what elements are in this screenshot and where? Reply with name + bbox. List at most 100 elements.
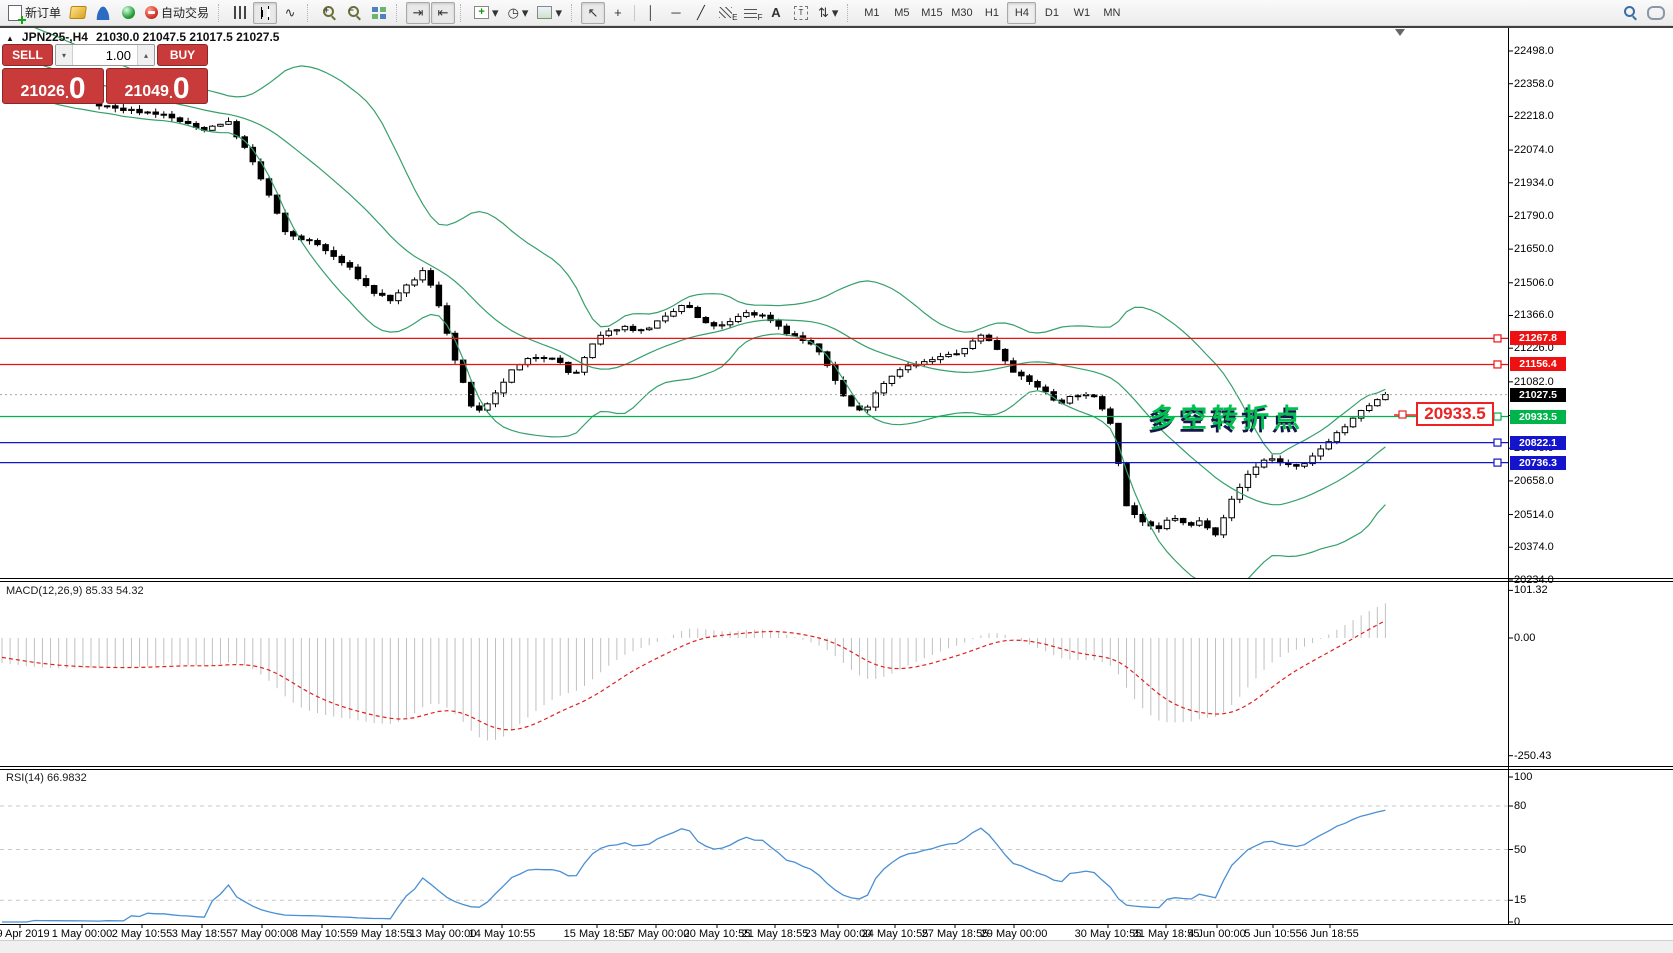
timeframe-D1[interactable]: D1	[1037, 2, 1066, 24]
ohlc-values: 21030.0 21047.5 21017.5 21027.5	[95, 30, 280, 44]
vertical-line-icon: │	[646, 5, 656, 20]
vertical-line-tool-button[interactable]: │	[639, 2, 663, 24]
timeframe-M5[interactable]: M5	[887, 2, 916, 24]
chart-title-row: ▲ JPN225-,H4 21030.0 21047.5 21017.5 210…	[6, 30, 279, 44]
timeframe-M15[interactable]: M15	[917, 2, 946, 24]
price-callout-box[interactable]: 20933.5	[1416, 402, 1494, 426]
caret-down-icon: ▾	[555, 5, 562, 20]
chart-bars-button[interactable]	[228, 2, 252, 24]
candlestick-chart-icon	[258, 5, 272, 20]
new-order-button[interactable]: 新订单	[4, 2, 65, 24]
arrows-tool-button[interactable]: ⇅ ▾	[814, 2, 842, 24]
chart-candles-button[interactable]	[253, 1, 278, 24]
time-label: 17 May 00:00	[622, 928, 690, 940]
crosshair-tool-button[interactable]: +	[606, 2, 630, 24]
profiles-button[interactable]	[66, 2, 90, 24]
text-tool-button[interactable]: A	[764, 2, 788, 24]
autoscroll-button[interactable]: ⇥	[406, 1, 431, 24]
templates-button[interactable]: ▾	[533, 2, 566, 24]
label-tool-button[interactable]: T	[789, 2, 813, 24]
chart-shift-icon: ⇤	[437, 5, 449, 20]
time-label: 29 Apr 2019	[0, 928, 50, 940]
algo-trading-icon	[145, 6, 159, 19]
templates-icon	[537, 6, 553, 19]
macd-pane	[1, 603, 1386, 741]
periods-button[interactable]: ◷ ▾	[504, 2, 533, 24]
fibonacci-tool-button[interactable]: F	[739, 2, 763, 24]
zoom-out-icon: −	[347, 5, 361, 19]
buy-button[interactable]: BUY	[157, 44, 208, 66]
price-tick: 21506.0	[1514, 276, 1554, 289]
navigator-button[interactable]	[116, 2, 140, 24]
algo-trading-button[interactable]: 自动交易	[141, 2, 213, 24]
price-tick: 22074.0	[1514, 144, 1554, 157]
zoom-out-button[interactable]: −	[342, 2, 366, 24]
price-tick: 20374.0	[1514, 541, 1554, 554]
main-toolbar: 新订单 自动交易 ∿ + − ⇥ ⇤ + ▾ ◷ ▾ ▾ ↖ + │ ─ ╱ E…	[0, 0, 1673, 26]
timeframe-M1[interactable]: M1	[857, 2, 886, 24]
zoom-in-button[interactable]: +	[317, 2, 341, 24]
trendline-tool-button[interactable]: ╱	[689, 2, 713, 24]
price-chip-20822.1: 20822.1	[1510, 435, 1566, 450]
volume-increase-button[interactable]: ▴	[137, 45, 154, 65]
macd-histogram	[1, 603, 1386, 741]
current-price-chip: 21027.5	[1510, 387, 1566, 402]
time-label: 5 Jun 10:55	[1244, 928, 1302, 940]
navigator-icon	[121, 6, 135, 19]
cursor-tool-button[interactable]: ↖	[580, 1, 605, 24]
volume-decrease-button[interactable]: ▾	[56, 45, 73, 65]
price-tick: 21790.0	[1514, 210, 1554, 223]
zoom-in-icon: +	[322, 5, 336, 19]
timeframe-MN[interactable]: MN	[1097, 2, 1126, 24]
indicators-button[interactable]: + ▾	[470, 2, 503, 24]
time-label: 6 Jun 18:55	[1301, 928, 1359, 940]
volume-input[interactable]	[73, 45, 137, 65]
time-label: 13 May 00:00	[409, 928, 477, 940]
volume-stepper: ▾ ▴	[55, 44, 155, 66]
market-watch-button[interactable]	[91, 2, 115, 24]
profiles-icon	[69, 6, 87, 19]
rsi-indicator-label: RSI(14) 66.9832	[6, 772, 87, 784]
time-label: 29 May 00:00	[980, 928, 1048, 940]
autoscroll-icon: ⇥	[412, 5, 424, 20]
macd-tick: 101.32	[1514, 584, 1548, 597]
label-tool-icon: T	[793, 5, 808, 20]
chat-button[interactable]	[1643, 2, 1669, 24]
price-chip-21156.4: 21156.4	[1510, 357, 1566, 372]
algo-trading-label: 自动交易	[161, 6, 210, 20]
chart-canvas[interactable]	[0, 0, 1673, 952]
rsi-tick: 100	[1514, 771, 1533, 783]
rsi-tick: 80	[1514, 800, 1527, 812]
arrows-tool-icon: ⇅	[817, 5, 829, 20]
horizontal-line-tool-button[interactable]: ─	[664, 2, 688, 24]
toolbar-grip	[570, 3, 576, 22]
sell-price-display[interactable]: 21026. 0	[2, 68, 104, 104]
time-label: 1 May 00:00	[51, 928, 113, 940]
price-tick: 21366.0	[1514, 309, 1554, 322]
price-tick: 22218.0	[1514, 110, 1554, 123]
toolbar-grip	[847, 3, 852, 22]
chart-shift-button[interactable]: ⇤	[431, 1, 456, 24]
timeframe-H4[interactable]: H4	[1007, 1, 1037, 24]
new-order-label: 新订单	[25, 6, 62, 20]
macd-tick: 0.00	[1514, 632, 1536, 644]
bollinger-band-upper	[34, 28, 1386, 455]
time-label: 3 May 18:55	[171, 928, 233, 940]
price-tick: 21082.0	[1514, 375, 1554, 388]
candlesticks	[87, 98, 1389, 539]
status-strip	[0, 940, 1673, 953]
sell-button[interactable]: SELL	[2, 44, 53, 66]
search-button[interactable]	[1618, 2, 1642, 24]
chart-line-button[interactable]: ∿	[278, 2, 302, 24]
channel-tool-button[interactable]: E	[714, 2, 738, 24]
buy-price-display[interactable]: 21049. 0	[106, 68, 208, 104]
one-click-trade-panel: SELL ▾ ▴ BUY 21026.0 21049.0	[2, 44, 208, 104]
collapse-panel-icon[interactable]: ▲	[6, 34, 14, 43]
timeframe-H1[interactable]: H1	[977, 2, 1006, 24]
chart-text-annotation[interactable]: 多空转折点	[1150, 398, 1305, 435]
toolbar-grip	[218, 3, 223, 22]
timeframe-M30[interactable]: M30	[947, 2, 976, 24]
timeframe-W1[interactable]: W1	[1067, 2, 1096, 24]
tile-windows-button[interactable]	[367, 2, 391, 24]
rsi-pane	[0, 805, 1508, 923]
